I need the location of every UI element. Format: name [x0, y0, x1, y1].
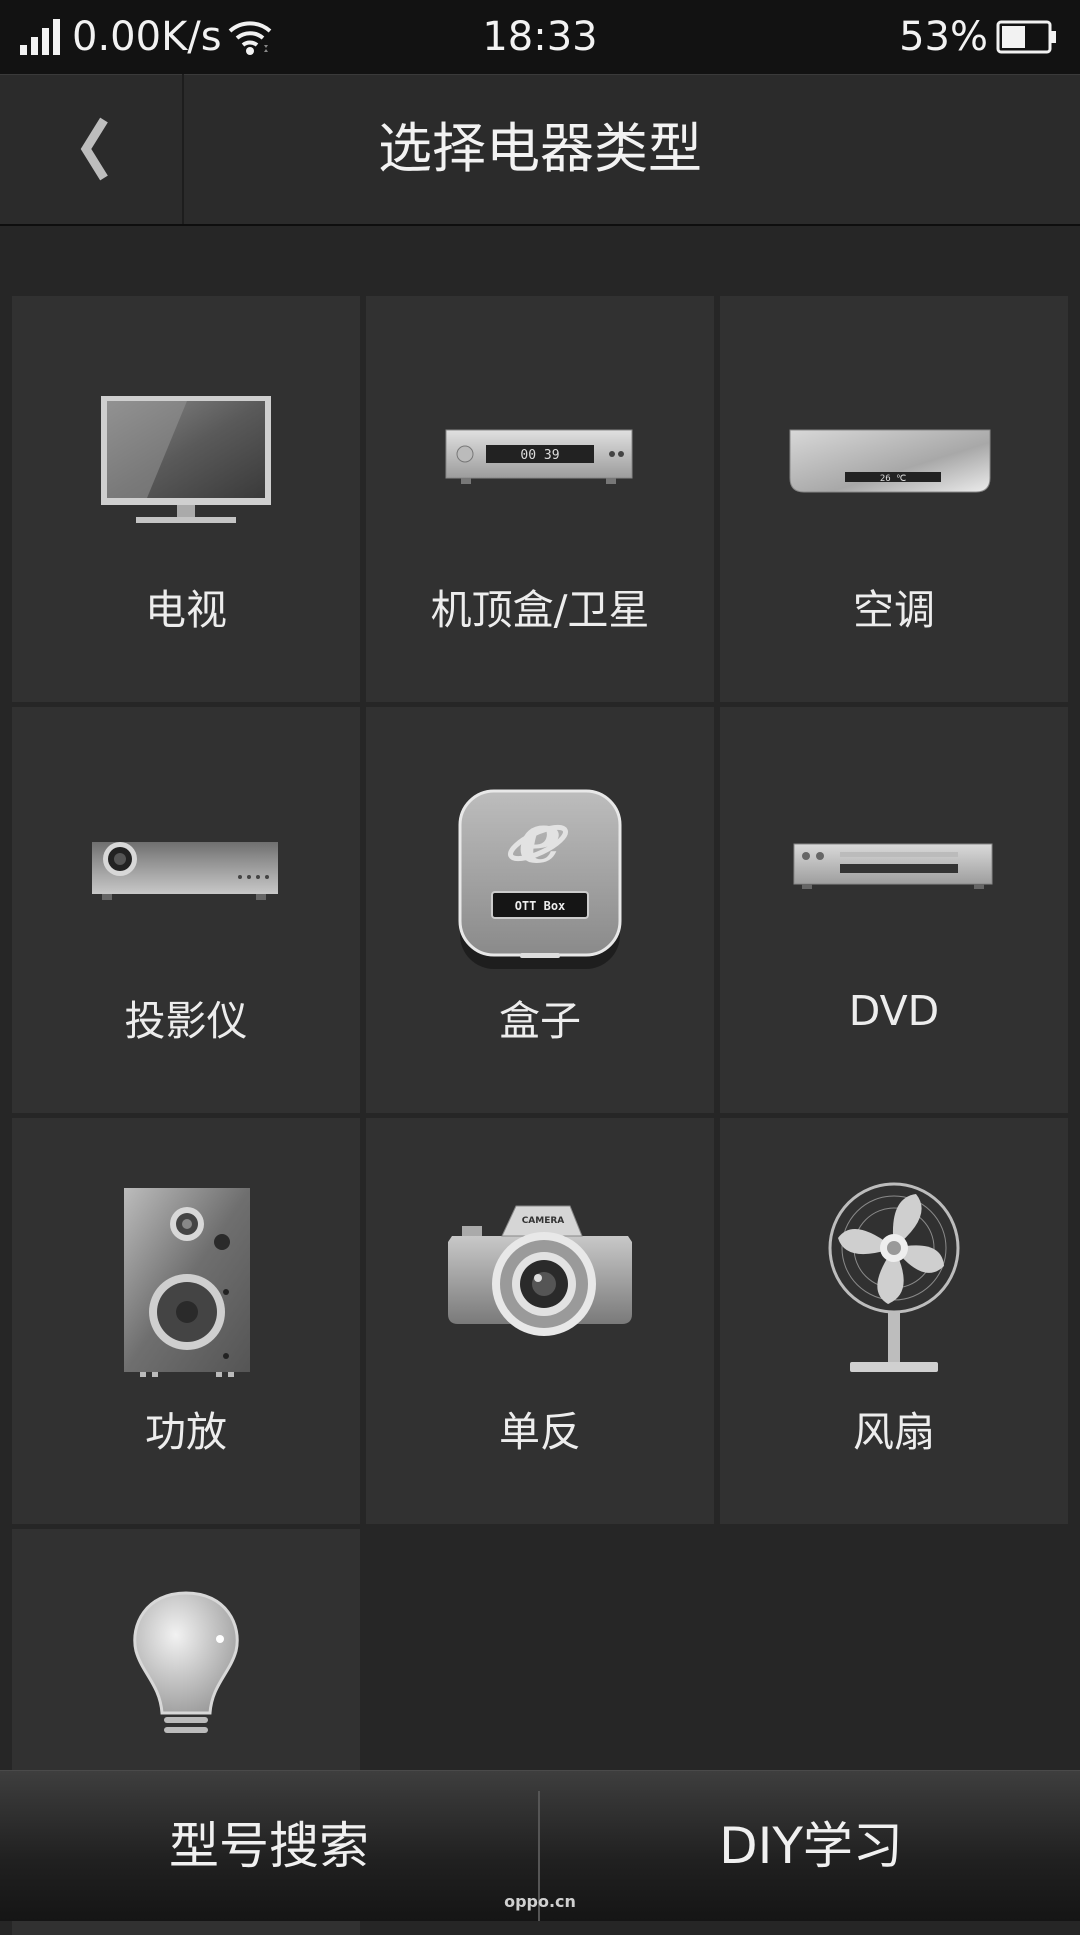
ott-box-icon: e OTT Box [458, 789, 622, 969]
chevron-left-icon [80, 117, 108, 181]
camera-icon: CAMERA [448, 1205, 632, 1336]
appliance-tile-fan[interactable]: 风扇 [720, 1118, 1068, 1524]
title-bar: 选择电器类型 [0, 74, 1080, 226]
dvd-player-icon [793, 843, 993, 889]
watermark: oppo.cn [504, 1892, 576, 1911]
tv-icon [101, 396, 271, 523]
camera-label: CAMERA [522, 1216, 565, 1226]
appliance-label: 机顶盒/卫星 [430, 586, 650, 634]
battery-percent: 53% [899, 14, 988, 60]
appliance-tile-air-conditioner[interactable]: 26 ℃ 空调 [720, 296, 1068, 702]
set-top-box-icon: 00 39 [445, 429, 633, 484]
air-conditioner-icon: 26 ℃ [789, 429, 991, 493]
appliance-tile-ott-box[interactable]: e OTT Box 盒子 [366, 707, 714, 1113]
status-bar: 0.00K/s 18:33 53% [0, 0, 1080, 74]
appliance-tile-set-top-box[interactable]: 00 39 机顶盒/卫星 [366, 296, 714, 702]
appliance-label: 电视 [145, 586, 227, 634]
fan-icon [828, 1182, 960, 1372]
speaker-icon [124, 1188, 250, 1377]
appliance-label: 风扇 [853, 1408, 935, 1456]
back-button[interactable] [0, 74, 184, 224]
appliance-label: 功放 [145, 1408, 227, 1456]
appliance-label: 空调 [853, 586, 935, 634]
stb-display: 00 39 [520, 448, 559, 463]
appliance-tile-dslr[interactable]: CAMERA 单反 [366, 1118, 714, 1524]
appliance-label: 投影仪 [124, 997, 248, 1045]
appliance-label: DVD [848, 987, 940, 1035]
appliance-tile-dvd[interactable]: DVD [720, 707, 1068, 1113]
appliance-tile-projector[interactable]: 投影仪 [12, 707, 360, 1113]
appliance-tile-amplifier[interactable]: 功放 [12, 1118, 360, 1524]
appliance-label: 单反 [499, 1408, 581, 1456]
appliance-tile-tv[interactable]: 电视 [12, 296, 360, 702]
projector-icon [92, 842, 278, 900]
appliance-label: 盒子 [499, 997, 581, 1045]
ott-label: OTT Box [515, 899, 566, 913]
ac-display: 26 ℃ [880, 474, 906, 484]
battery-icon [996, 20, 1056, 54]
